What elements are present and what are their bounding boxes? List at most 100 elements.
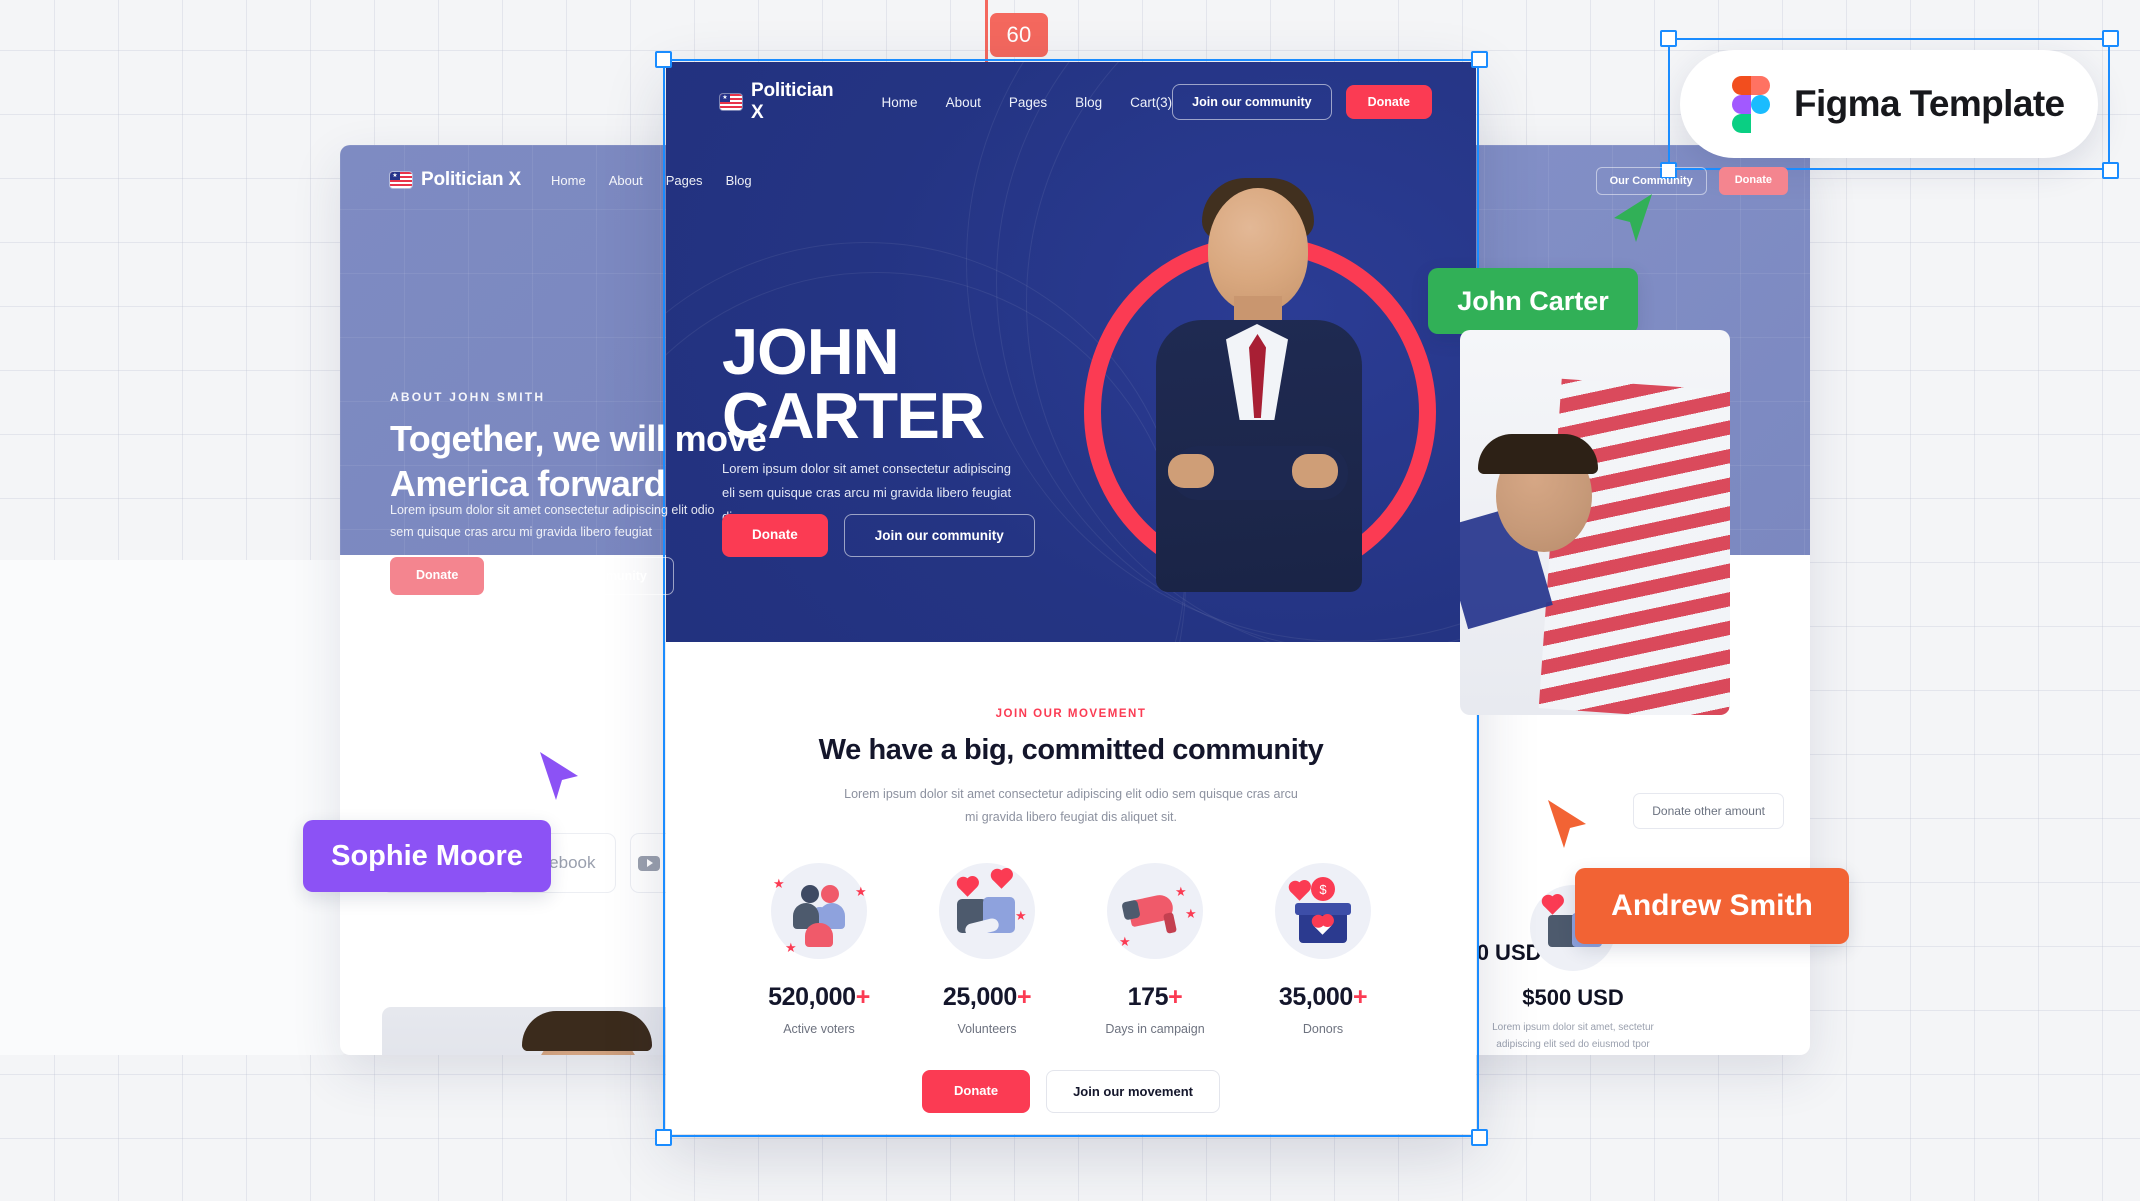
community-heading: We have a big, committed community <box>818 734 1324 766</box>
us-flag-illustration <box>1538 378 1730 715</box>
bg-left-hero-buttons[interactable]: Donate Join our community <box>390 557 674 595</box>
bg-left-nav-blog[interactable]: Blog <box>726 173 752 188</box>
bg-left-heading-line2: America forward <box>390 462 666 504</box>
stat-label: Days in campaign <box>1105 1022 1205 1037</box>
bg-left-nav-about[interactable]: About <box>609 173 643 188</box>
background-panel-far-left[interactable] <box>0 560 350 1055</box>
stat-active-voters: ★ ★ ★ 520,000+ Active voters <box>735 863 903 1036</box>
hero-portrait <box>1072 174 1436 592</box>
badge-handle-top-left[interactable] <box>1660 30 1677 47</box>
stat-volunteers: ★ 25,000+ Volunteers <box>903 863 1071 1036</box>
nav-link-about[interactable]: About <box>946 95 981 110</box>
cursor-arrow-icon <box>540 752 578 800</box>
name-tag-andrew-smith: Andrew Smith <box>1575 868 1849 944</box>
donation-box-icon: $ <box>1275 863 1371 960</box>
bg-left-donate-button[interactable]: Donate <box>390 557 485 595</box>
badge-handle-bottom-right[interactable] <box>2102 162 2119 179</box>
stat-number: 25,000+ <box>942 983 1032 1012</box>
nav-link-blog[interactable]: Blog <box>1075 95 1102 110</box>
cursor-sophie-moore <box>538 750 584 802</box>
figma-template-label: Figma Template <box>1794 83 2065 124</box>
name-tag-john-carter: John Carter <box>1428 268 1638 334</box>
navbar-buttons[interactable]: Join our community Donate <box>1172 84 1432 120</box>
nav-link-home[interactable]: Home <box>882 95 918 110</box>
resize-handle-top-right[interactable] <box>1471 51 1488 68</box>
navbar-links[interactable]: Home About Pages Blog Cart(3) <box>882 95 1173 110</box>
stats-row: ★ ★ ★ 520,000+ Active voters ★ 25,000+ V… <box>666 863 1476 1036</box>
resize-handle-top-left[interactable] <box>655 51 672 68</box>
hero-join-community-button[interactable]: Join our community <box>843 514 1035 557</box>
stat-label: Volunteers <box>957 1022 1017 1037</box>
hero-title-line1: JOHN <box>722 315 900 388</box>
navbar-brand[interactable]: ★ Politician X <box>720 80 844 124</box>
nav-link-pages[interactable]: Pages <box>1009 95 1047 110</box>
stat-number: 520,000+ <box>768 983 870 1012</box>
nav-link-cart[interactable]: Cart(3) <box>1130 95 1172 110</box>
bg-left-brand[interactable]: ★ Politician X <box>390 169 521 191</box>
name-tag-sophie-moore: Sophie Moore <box>303 820 551 892</box>
badge-handle-top-right[interactable] <box>2102 30 2119 47</box>
megaphone-icon: ★ ★ ★ <box>1107 863 1203 960</box>
measure-badge-60: 60 <box>990 13 1048 57</box>
stat-number: 35,000+ <box>1278 983 1368 1012</box>
main-artboard[interactable]: ★ Politician X Home About Pages Blog Car… <box>666 62 1476 1134</box>
figma-canvas[interactable]: 60 800 ★ Politician X Home About Pages B… <box>0 0 2140 1201</box>
stat-donors: $ 35,000+ Donors <box>1239 863 1407 1036</box>
bg-left-nav-home[interactable]: Home <box>551 173 586 188</box>
community-subtext: Lorem ipsum dolor sit amet consectetur a… <box>836 783 1306 829</box>
figma-logo-icon <box>1732 76 1770 133</box>
youtube-play-icon <box>637 855 660 871</box>
stat-number: 175+ <box>1127 983 1183 1012</box>
artboard-navbar[interactable]: ★ Politician X Home About Pages Blog Car… <box>720 80 1432 124</box>
guide-line-vertical <box>985 0 988 62</box>
hero-donate-button[interactable]: Donate <box>722 514 828 557</box>
community-cta-buttons[interactable]: Donate Join our movement <box>666 1070 1476 1114</box>
hero-title-line2: CARTER <box>722 378 985 452</box>
navbar-brand-name: Politician X <box>751 80 834 123</box>
community-join-movement-button[interactable]: Join our movement <box>1046 1070 1220 1114</box>
stat-label: Donors <box>1302 1022 1344 1037</box>
bg-left-community-button[interactable]: Join our community <box>500 557 674 595</box>
bg-right-photo <box>1460 330 1730 715</box>
cursor-andrew-smith <box>1546 798 1592 850</box>
stat-label: Active voters <box>783 1022 855 1037</box>
bg-right-amount: $500 USD <box>1522 985 1624 1010</box>
bg-right-card-text: Lorem ipsum dolor sit amet, sectetur adi… <box>1492 1022 1654 1050</box>
volunteer-hands-icon: ★ <box>939 863 1035 960</box>
bg-left-brand-name: Politician X <box>421 169 522 190</box>
navbar-donate-button[interactable]: Donate <box>1345 85 1432 119</box>
community-eyebrow: JOIN OUR MOVEMENT <box>995 708 1147 720</box>
bg-right-donate-other-button[interactable]: Donate other amount <box>1633 793 1784 829</box>
bg-left-lede-line1: Lorem ipsum dolor sit amet consectetur a… <box>390 503 715 517</box>
bg-right-community-button[interactable]: Our Community <box>1595 167 1707 195</box>
cursor-arrow-icon <box>1548 800 1586 848</box>
cursor-arrow-icon <box>1614 194 1652 242</box>
portrait-hand-right <box>1292 454 1338 488</box>
community-donate-button[interactable]: Donate <box>922 1070 1031 1114</box>
bg-left-navlinks[interactable]: Home About Pages Blog <box>551 173 752 188</box>
us-flag-icon: ★ <box>720 94 742 110</box>
bg-right-donate-button[interactable]: Donate <box>1718 167 1788 195</box>
navbar-join-community-button[interactable]: Join our community <box>1172 84 1332 120</box>
community-section: JOIN OUR MOVEMENT We have a big, committ… <box>666 642 1476 1134</box>
bg-left-lede-line2: sem quisque cras arcu mi gravida libero … <box>390 524 652 539</box>
bg-left-heading-line1: Together, we will move <box>390 418 767 459</box>
bg-left-lede: Lorem ipsum dolor sit amet consectetur a… <box>390 500 720 544</box>
hero-buttons[interactable]: Donate Join our community <box>722 514 1035 557</box>
portrait-hand-left <box>1168 454 1214 488</box>
us-flag-icon: ★ <box>390 172 412 188</box>
people-group-icon: ★ ★ ★ <box>771 863 867 960</box>
cursor-john-carter <box>1608 192 1654 244</box>
figma-template-badge[interactable]: Figma Template <box>1680 50 2098 158</box>
community-subtext-line1: Lorem ipsum dolor sit amet consectetur a… <box>844 787 1243 801</box>
bg-right-top-buttons[interactable]: Our Community Donate <box>1595 167 1788 195</box>
candidate-figure <box>1150 174 1368 592</box>
bg-left-kicker: ABOUT JOHN SMITH <box>390 390 546 404</box>
resize-handle-bottom-left[interactable] <box>655 1129 672 1146</box>
resize-handle-bottom-right[interactable] <box>1471 1129 1488 1146</box>
bg-left-navbar[interactable]: ★ Politician X Home About Pages Blog <box>390 169 1030 191</box>
hero-title: JOHN CARTER <box>722 315 985 452</box>
portrait-head <box>1208 188 1308 312</box>
bg-left-nav-pages[interactable]: Pages <box>666 173 703 188</box>
stat-days-in-campaign: ★ ★ ★ 175+ Days in campaign <box>1071 863 1239 1036</box>
